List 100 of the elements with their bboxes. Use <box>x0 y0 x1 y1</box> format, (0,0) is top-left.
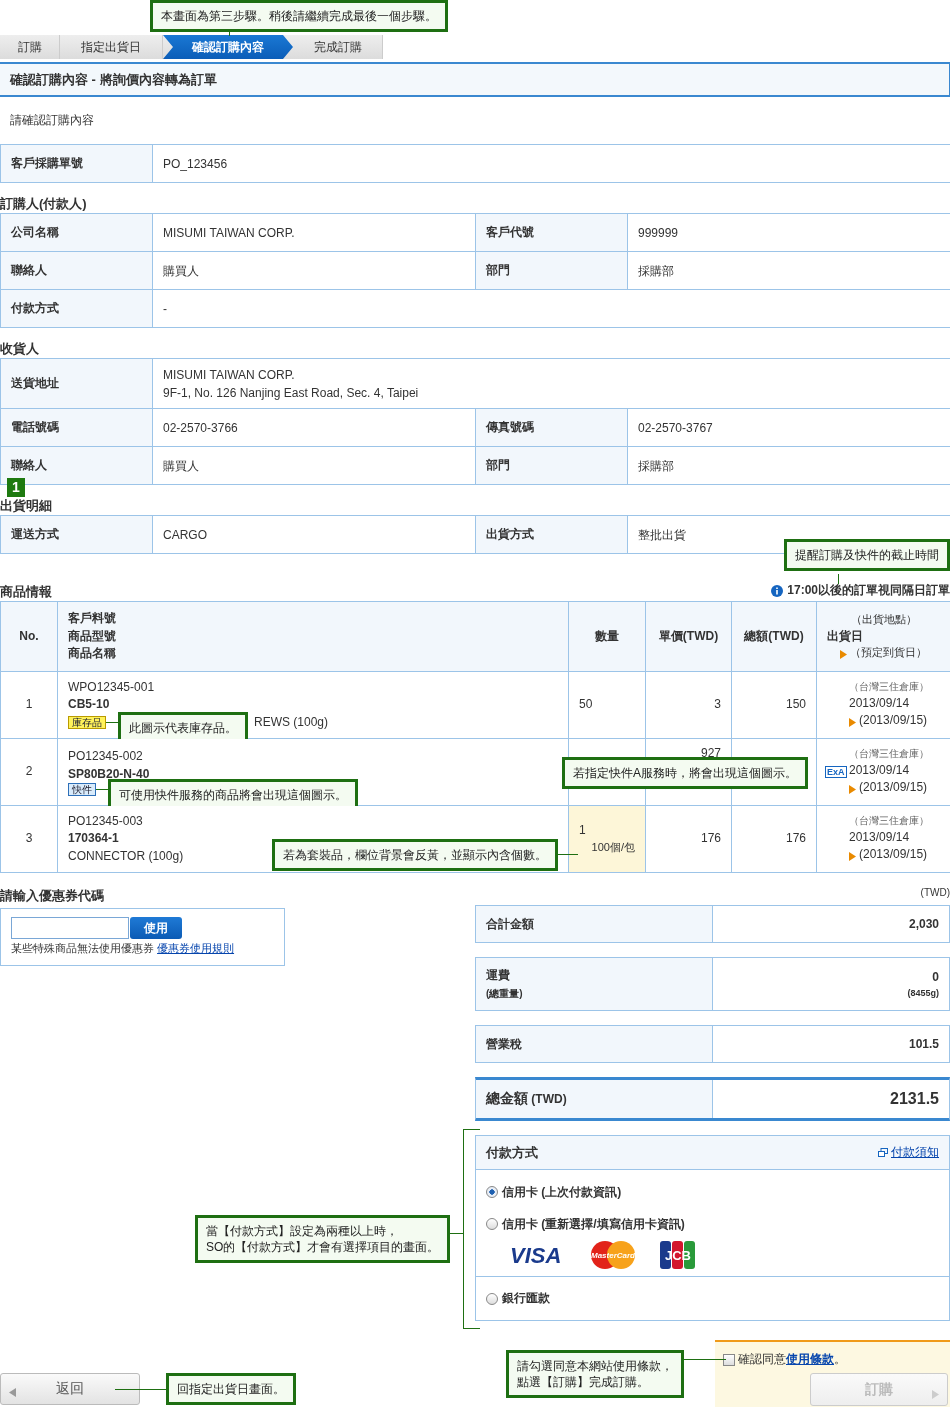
total-label: 總金額 <box>486 1090 528 1106</box>
unit-price: 927 <box>700 746 721 760</box>
badge: 庫存品 <box>68 715 106 729</box>
radio-button[interactable] <box>486 1186 498 1198</box>
express-icon: ExA <box>825 766 847 779</box>
apply-button[interactable]: 使用 <box>130 917 182 939</box>
field-label: 部門 <box>475 251 628 290</box>
model-number: CB5-10 <box>68 696 110 714</box>
total-label: 合計金額 <box>486 916 534 931</box>
ship-location: （台灣三住倉庫） <box>849 814 929 829</box>
currency-label: (TWD) <box>920 887 950 898</box>
field-value: MISUMI TAIWAN CORP. <box>152 213 476 252</box>
total-value: 2,030 <box>908 917 939 931</box>
arrival-date: (2013/09/15) <box>859 847 928 862</box>
step-tab[interactable]: 指定出貨日 <box>60 35 163 59</box>
field-label: 傳真號碼 <box>475 408 628 447</box>
step-callout: 本畫面為第三步驟。稍後請繼續完成最後一個步驟。 <box>150 0 448 33</box>
triangle-right-icon <box>849 851 856 861</box>
column-header: 單價(TWD) <box>645 601 732 672</box>
agree-text: 確認同意使用條款。 <box>738 1351 846 1368</box>
table-cell: 3 <box>0 805 58 873</box>
model-number: 170364-1 <box>68 830 119 848</box>
total-label: 營業稅 <box>486 1036 522 1051</box>
column-header: 客戶料號 <box>68 610 116 628</box>
radio-button[interactable] <box>486 1292 498 1305</box>
field-label: 出貨方式 <box>475 515 628 554</box>
section-title: 出貨明細 <box>0 497 52 515</box>
payment-callout: 當【付款方式】設定為兩種以上時， SO的【付款方式】才會有選擇項目的畫面。 <box>195 1215 451 1264</box>
quantity: 50 <box>579 696 593 714</box>
triangle-left-icon <box>9 1387 16 1397</box>
new-window-icon <box>878 1148 888 1157</box>
info-icon <box>771 584 784 597</box>
payment-info-link[interactable]: 付款須知 <box>891 1144 939 1161</box>
coupon-field[interactable] <box>11 917 129 939</box>
terms-link[interactable]: 使用條款 <box>786 1352 834 1366</box>
coupon-rules-link[interactable]: 優惠券使用規則 <box>157 942 235 954</box>
checkbox[interactable] <box>723 1353 735 1366</box>
ship-location: （台灣三住倉庫） <box>849 747 929 762</box>
step-tab[interactable]: 確認訂購內容 <box>163 35 293 59</box>
section-title: 請輸入優惠券代碼 <box>0 887 105 905</box>
page-title: 確認訂購內容 - 將詢價內容轉為訂單 <box>0 62 950 97</box>
back-button[interactable]: 返回 <box>0 1373 140 1405</box>
cutoff-notice: 17:00以後的訂單視同隔日訂單 <box>787 582 950 599</box>
field-label: 送貨地址 <box>0 358 153 409</box>
set-callout: 若為套裝品，欄位背景會反黃，並顯示內含個數。 <box>272 839 558 872</box>
weight-label: (總重量) <box>486 987 524 1001</box>
total-value: 2131.5 <box>890 1090 939 1108</box>
part-number: WPO12345-001 <box>68 678 155 696</box>
cutoff-tooltip: 提醒訂購及快件的截止時間 <box>784 539 950 572</box>
option-label: 信用卡 (上次付款資訊) <box>502 1183 622 1201</box>
ship-date: 2013/09/14 <box>849 694 910 712</box>
field-label: 客戶採購單號 <box>0 144 153 183</box>
step-tab[interactable]: 訂購 <box>0 35 60 59</box>
triangle-right-icon <box>849 784 856 794</box>
field-value: PO_123456 <box>152 144 950 183</box>
field-value: CARGO <box>152 515 476 554</box>
currency-label: (TWD) <box>530 1092 567 1106</box>
table-cell: 1 <box>0 671 58 739</box>
quantity: 1 <box>579 822 586 840</box>
part-number: PO12345-002 <box>68 748 143 766</box>
section-title: 收貨人 <box>0 340 39 358</box>
triangle-right-icon <box>932 1389 939 1399</box>
field-value: 購買人 <box>152 251 476 290</box>
unit-price: 3 <box>714 697 721 712</box>
field-label: 運送方式 <box>0 515 153 554</box>
weight-value: (8455g) <box>907 988 939 998</box>
radio-button[interactable] <box>486 1218 498 1230</box>
column-header: 出貨日 <box>827 627 863 645</box>
arrival-date: (2013/09/15) <box>859 713 928 728</box>
step-tab[interactable]: 完成訂購 <box>293 35 383 59</box>
column-header: （出貨地點） <box>849 611 918 627</box>
back-callout: 回指定出貨日畫面。 <box>166 1373 296 1406</box>
field-label: 付款方式 <box>0 289 153 328</box>
column-header: 總額(TWD) <box>731 601 817 672</box>
unit-price: 176 <box>700 831 721 846</box>
field-value: 購買人 <box>152 446 476 485</box>
field-value: 02-2570-3766 <box>152 408 476 447</box>
field-label: 客戶代號 <box>475 213 628 252</box>
card-logo: VISA <box>510 1243 566 1267</box>
table-cell: 2 <box>0 738 58 806</box>
field-label: 部門 <box>475 446 628 485</box>
section-title: 訂購人(付款人) <box>0 195 87 213</box>
total-value: 101.5 <box>908 1037 939 1051</box>
total-price: 176 <box>785 831 806 846</box>
panel-title: 付款方式 <box>486 1143 538 1162</box>
column-header: 商品型號 <box>68 627 116 645</box>
field-value: 999999 <box>627 213 950 252</box>
product-name: CONNECTOR (100g) <box>68 847 184 865</box>
arrival-date: (2013/09/15) <box>859 780 928 795</box>
express-callout: 若指定快件A服務時，將會出現這個圖示。 <box>562 757 808 790</box>
product-name: REWS (100g) <box>254 713 329 731</box>
column-header: No. <box>0 601 58 672</box>
badge: 快件 <box>68 782 96 796</box>
terms-callout: 請勾選同意本網站使用條款， 點選【訂購】完成訂購。 <box>506 1350 684 1399</box>
column-header: 商品名稱 <box>68 645 116 663</box>
total-price: 150 <box>785 697 806 712</box>
set-contents: 100個/包 <box>590 839 635 855</box>
option-label: 銀行匯款 <box>502 1290 550 1307</box>
part-number: PO12345-003 <box>68 812 143 830</box>
intro-text: 請確認訂購內容 <box>10 112 94 129</box>
